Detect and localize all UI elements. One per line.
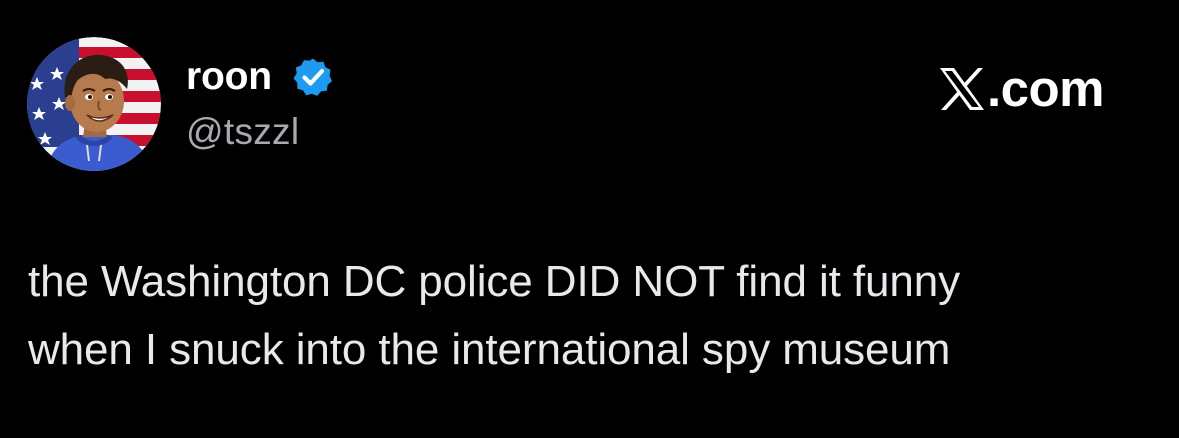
display-name[interactable]: roon	[186, 54, 272, 100]
tweet-text: the Washington DC police DID NOT find it…	[28, 248, 1158, 384]
verified-badge-icon	[293, 58, 332, 96]
tweet-text-line: the Washington DC police DID NOT find it…	[28, 257, 961, 306]
tweet-text-line: when I snuck into the international spy …	[28, 325, 951, 374]
brand-domain-text: .com	[987, 60, 1105, 117]
x-com-brand: .com	[938, 60, 1105, 117]
x-logo-icon	[940, 68, 984, 110]
tweet-card: roon @tszzl .com the Washington DC polic…	[0, 0, 1179, 438]
avatar[interactable]	[27, 37, 161, 171]
user-handle[interactable]: @tszzl	[186, 110, 299, 154]
